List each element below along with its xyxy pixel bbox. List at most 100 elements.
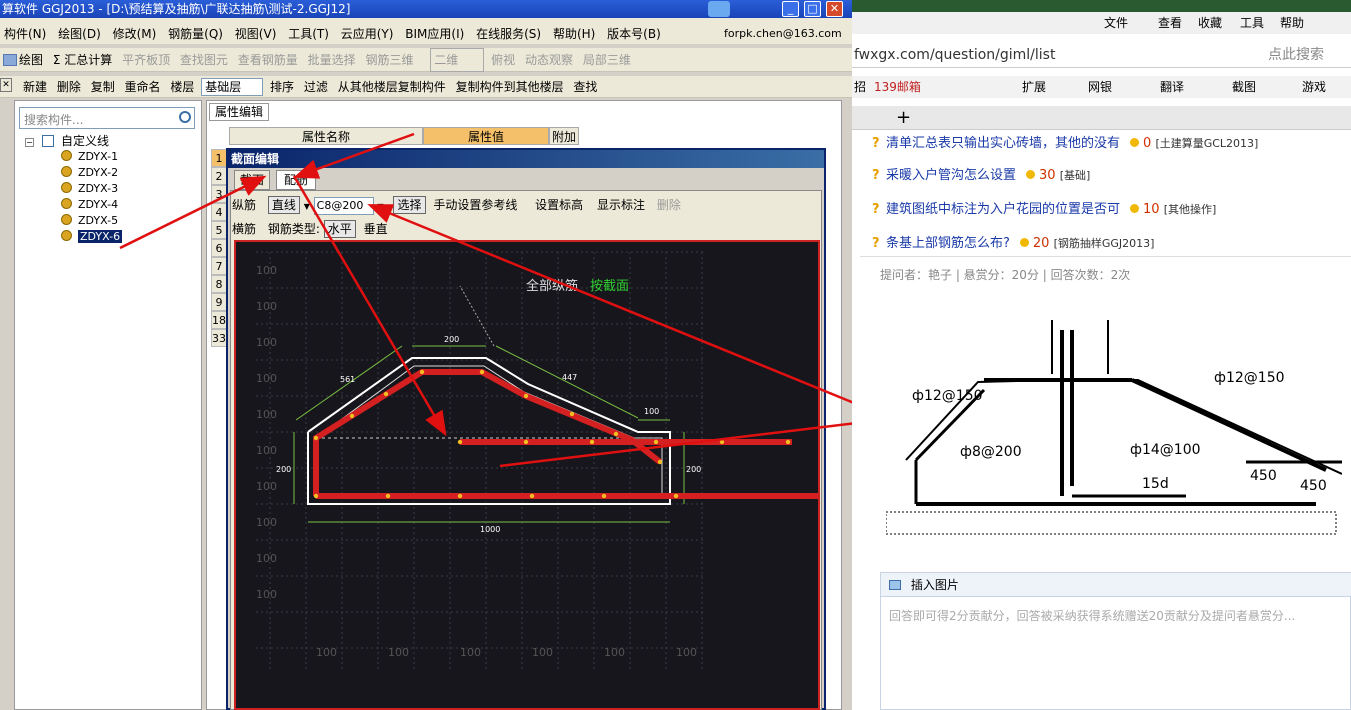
new-tab-button[interactable]: + (896, 106, 911, 130)
select-button[interactable]: 选择 (393, 196, 426, 214)
floor-select[interactable]: 基础层 (201, 78, 264, 96)
menu-online[interactable]: 在线服务(S) (472, 27, 545, 41)
menu-help[interactable]: 帮助 (1280, 12, 1304, 34)
menu-tools[interactable]: 工具 (1240, 12, 1264, 34)
horizontal-option[interactable]: 水平 (323, 220, 356, 238)
minimize-button[interactable]: _ (782, 1, 799, 17)
menu-help[interactable]: 帮助(H) (549, 27, 599, 41)
menu-bim[interactable]: BIM应用(I) (401, 27, 468, 41)
menu-view[interactable]: 视图(V) (231, 27, 281, 41)
local-3d-button[interactable]: 局部三维 (580, 49, 634, 71)
tab-property-edit[interactable]: 属性编辑 (209, 103, 269, 121)
menu-favorites[interactable]: 收藏 (1198, 12, 1222, 34)
fav-item[interactable]: 招 (854, 76, 866, 98)
question-icon: ? (872, 236, 880, 251)
tab-rebar[interactable]: 配筋 (276, 170, 316, 190)
menu-component[interactable]: 构件(N) (0, 27, 50, 41)
line-mode-select[interactable]: 直线 (267, 196, 300, 214)
rebar-spec-input[interactable]: C8@200 (313, 197, 374, 215)
new-button[interactable]: 新建 (20, 76, 50, 98)
menu-cloud[interactable]: 云应用(Y) (337, 27, 398, 41)
fav-translate[interactable]: 翻译 (1160, 76, 1184, 98)
batch-select-button[interactable]: 批量选择 (305, 49, 359, 71)
menu-view[interactable]: 查看 (1158, 12, 1182, 34)
collapse-icon[interactable]: − (25, 138, 34, 147)
draw-button[interactable]: 绘图 (0, 49, 46, 71)
question-item[interactable]: ? 建筑图纸中标注为入户花园的位置是否可 10 [其他操作] (872, 198, 1216, 217)
rebar-point (419, 369, 425, 375)
chevron-down-icon[interactable]: ▼ (378, 202, 384, 211)
menu-draw[interactable]: 绘图(D) (54, 27, 105, 41)
fav-screenshot[interactable]: 截图 (1232, 76, 1256, 98)
tree-item[interactable]: ZDYX-2 (61, 165, 118, 181)
coin-icon (1130, 204, 1140, 213)
answer-textarea[interactable]: 回答即可得2分贡献分，回答被采纳获得系统赠送20贡献分及提问者悬赏分... (889, 607, 1295, 624)
row-number: 4 (211, 203, 227, 221)
rebar-point (601, 493, 607, 499)
delete-button[interactable]: 删除 (54, 76, 84, 98)
question-meta: 提问者：艳子 | 悬赏分：20分 | 回答次数：2次 (880, 268, 1131, 282)
menu-tools[interactable]: 工具(T) (284, 27, 333, 41)
question-item[interactable]: ? 采暖入户管沟怎么设置 30 [基础] (872, 164, 1090, 183)
rebar-point (479, 369, 485, 375)
search-box[interactable]: 点此搜索 (1268, 42, 1324, 68)
close-button[interactable]: ✕ (826, 1, 843, 17)
question-item[interactable]: ? 清单汇总表只输出实心砖墙，其他的没有 0 [土建算量GCL2013] (872, 132, 1258, 151)
show-dimension-button[interactable]: 显示标注 (597, 198, 645, 212)
left-edge-close-icon[interactable]: ✕ (0, 78, 12, 92)
section-canvas[interactable]: 100 100 100 100 100 100 100 100 100 100 100 100 100 1… (234, 240, 820, 710)
rebar-point (653, 439, 659, 445)
address-bar[interactable]: fwxgx.com/question/giml/list 点此搜索 (852, 42, 1351, 68)
fav-extension[interactable]: 扩展 (1022, 76, 1046, 98)
rebar-lines (313, 369, 818, 499)
sort-button[interactable]: 排序 (267, 76, 297, 98)
view-rebar-qty-button[interactable]: 查看钢筋量 (235, 49, 301, 71)
dimension-label: 561 (340, 375, 355, 384)
find-element-button[interactable]: 查找图元 (177, 49, 231, 71)
rebar-3d-button[interactable]: 钢筋三维 (362, 49, 416, 71)
vertical-option[interactable]: 垂直 (364, 222, 388, 236)
tab-section[interactable]: 截面 (234, 170, 270, 190)
fav-bank[interactable]: 网银 (1088, 76, 1112, 98)
set-elevation-button[interactable]: 设置标高 (535, 198, 583, 212)
menu-rebar[interactable]: 钢筋量(Q) (164, 27, 227, 41)
rename-button[interactable]: 重命名 (122, 76, 164, 98)
section-edit-dialog: 截面编辑 截面 配筋 纵筋 直线 ▼ C8@200 ▼ 选择 手动设置参考线 设… (226, 148, 826, 710)
filter-button[interactable]: 过滤 (301, 76, 331, 98)
tree-item[interactable]: ZDYX-1 (61, 149, 118, 165)
maximize-button[interactable]: □ (804, 1, 821, 17)
insert-image-button[interactable]: 插入图片 (911, 578, 959, 592)
tree-item[interactable]: ZDYX-3 (61, 181, 118, 197)
top-view-button[interactable]: 俯视 (488, 49, 518, 71)
fav-games[interactable]: 游戏 (1302, 76, 1326, 98)
fav-mail-139[interactable]: 139邮箱 (874, 76, 921, 98)
menu-modify[interactable]: 修改(M) (109, 27, 161, 41)
view-2d-select[interactable]: 二维 (430, 48, 485, 72)
menu-version[interactable]: 版本号(B) (603, 27, 665, 41)
tree-item-selected[interactable]: ZDYX-6 (61, 229, 123, 245)
manual-ref-line-button[interactable]: 手动设置参考线 (433, 198, 517, 212)
tree-root[interactable]: − 自定义线 (25, 133, 109, 150)
question-item[interactable]: ? 条基上部钢筋怎么布? 20 [钢筋抽样GGJ2013] (872, 232, 1154, 251)
search-input[interactable]: 搜索构件... (19, 107, 195, 129)
component-tree-panel: 搜索构件... − 自定义线 ZDYX-1 ZDYX-2 ZDYX-3 ZDYX… (14, 100, 202, 710)
menu-file[interactable]: 文件 (1104, 12, 1128, 34)
chevron-down-icon[interactable]: ▼ (304, 202, 310, 211)
tree-item[interactable]: ZDYX-4 (61, 197, 118, 213)
find-button[interactable]: 查找 (570, 76, 600, 98)
flush-slab-button[interactable]: 平齐板顶 (119, 49, 173, 71)
grid-label: 100 (316, 646, 337, 659)
summary-calc-button[interactable]: Σ 汇总计算 (50, 49, 115, 71)
search-icon[interactable] (179, 111, 191, 123)
grid-label: 100 (256, 300, 277, 313)
tree-root-label: 自定义线 (61, 134, 110, 148)
orbit-button[interactable]: 动态观察 (522, 49, 576, 71)
delete-rebar-button[interactable]: 删除 (657, 198, 681, 212)
copy-from-floor-button[interactable]: 从其他楼层复制构件 (335, 76, 449, 98)
tree-item[interactable]: ZDYX-5 (61, 213, 118, 229)
copy-to-floor-button[interactable]: 复制构件到其他楼层 (453, 76, 567, 98)
copy-button[interactable]: 复制 (88, 76, 118, 98)
divider (860, 256, 1351, 257)
url-text[interactable]: fwxgx.com/question/giml/list (852, 47, 1055, 63)
grid-label: 100 (676, 646, 697, 659)
